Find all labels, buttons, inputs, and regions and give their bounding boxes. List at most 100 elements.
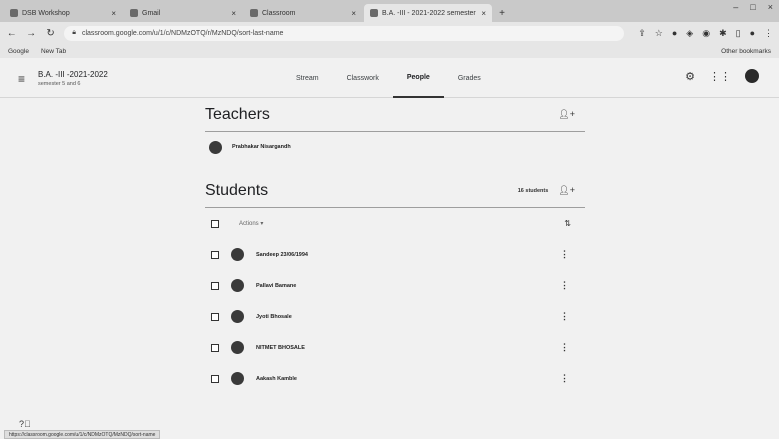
student-name: Sandeep 23/06/1994	[256, 251, 308, 258]
bookmark-item[interactable]: Google	[8, 48, 29, 55]
tab-grades[interactable]: Grades	[444, 58, 495, 98]
puzzle-icon[interactable]: ✱	[719, 28, 727, 39]
lock-icon: 🔒︎	[72, 29, 76, 36]
browser-tab-0[interactable]: DSB Workshop ×	[4, 4, 122, 22]
status-url-bar: https://classroom.google.com/u/1/c/NDMzO…	[4, 430, 161, 439]
student-row: Sandeep 23/06/1994 ⋮	[205, 239, 585, 270]
student-name: NITMET BHOSALE	[256, 344, 305, 351]
more-options-icon[interactable]: ⋮	[560, 311, 569, 322]
address-bar[interactable]: 🔒︎ classroom.google.com/u/1/c/NDMzOTQ/r/…	[64, 25, 625, 41]
teachers-title: Teachers	[205, 105, 270, 123]
browser-tab-3[interactable]: B.A. -III - 2021-2022 semester ×	[364, 4, 492, 22]
actions-dropdown[interactable]: Actions ▾	[239, 220, 263, 227]
more-options-icon[interactable]: ⋮	[560, 342, 569, 353]
more-options-icon[interactable]: ⋮	[560, 373, 569, 384]
browser-tab-label: Gmail	[142, 9, 161, 17]
close-icon[interactable]: ×	[111, 9, 116, 18]
browser-tab-label: B.A. -III - 2021-2022 semester	[382, 9, 476, 17]
people-content: Teachers 👤︎+ Prabhakar Nisargandh Studen…	[205, 98, 585, 394]
account-avatar[interactable]	[745, 69, 759, 83]
tab-favicon-icon	[250, 9, 258, 17]
student-name: Aakash Kamble	[256, 375, 297, 382]
chevron-down-icon: ▾	[260, 221, 264, 227]
class-subtitle: semester 5 and 6	[38, 81, 81, 87]
maximize-icon[interactable]: □	[750, 2, 755, 12]
student-checkbox[interactable]	[211, 281, 219, 290]
settings-gear-icon[interactable]: ⚙	[685, 70, 695, 83]
student-checkbox[interactable]	[211, 250, 219, 259]
avatar	[209, 140, 222, 154]
apps-grid-icon[interactable]: ⋮⋮	[709, 70, 731, 83]
select-all-checkbox[interactable]	[211, 219, 219, 228]
students-title: Students	[205, 181, 269, 199]
reload-icon[interactable]: ↻	[45, 28, 56, 39]
student-row: Jyoti Bhosale ⋮	[205, 301, 585, 332]
tab-classwork[interactable]: Classwork	[333, 58, 393, 98]
avatar	[231, 372, 244, 385]
extension-icon[interactable]: ◉	[702, 28, 710, 39]
invite-student-icon[interactable]: 👤︎+	[558, 185, 575, 196]
help-icon[interactable]: ?⃝	[19, 419, 31, 429]
sort-icon[interactable]: ⇅	[564, 219, 571, 228]
avatar	[231, 310, 244, 323]
new-tab-button[interactable]: +	[494, 4, 510, 22]
teacher-row: Prabhakar Nisargandh	[205, 132, 585, 162]
window-controls: – □ ×	[733, 2, 773, 12]
share-icon[interactable]: ⇪	[638, 28, 646, 39]
teacher-name: Prabhakar Nisargandh	[232, 144, 291, 150]
back-icon[interactable]: ←	[6, 28, 17, 39]
menu-icon[interactable]: ⋮	[764, 28, 773, 39]
classroom-header: ≡ B.A. -III -2021-2022 semester 5 and 6 …	[0, 58, 779, 98]
avatar	[231, 248, 244, 261]
close-icon[interactable]: ×	[231, 9, 236, 18]
extension-icon[interactable]: ●	[672, 28, 677, 39]
header-icons: ⚙ ⋮⋮	[685, 69, 759, 83]
browser-toolbar: ← → ↻ 🔒︎ classroom.google.com/u/1/c/NDMz…	[0, 22, 779, 44]
student-row: Pallavi Bamane ⋮	[205, 270, 585, 301]
close-window-icon[interactable]: ×	[768, 2, 773, 12]
hamburger-menu-icon[interactable]: ≡	[18, 72, 25, 86]
toolbar-icons: ⇪ ☆ ● ◈ ◉ ✱ ▯ ● ⋮	[638, 28, 773, 39]
invite-teacher-icon[interactable]: 👤︎+	[558, 109, 575, 120]
more-options-icon[interactable]: ⋮	[560, 249, 569, 260]
forward-icon[interactable]: →	[25, 28, 36, 39]
browser-tab-label: DSB Workshop	[22, 9, 70, 17]
students-header: Students 16 students 👤︎+	[205, 174, 585, 208]
tab-favicon-icon	[10, 9, 18, 17]
student-checkbox[interactable]	[211, 312, 219, 321]
close-icon[interactable]: ×	[351, 9, 356, 18]
tab-stream[interactable]: Stream	[282, 58, 333, 98]
browser-tab-1[interactable]: Gmail ×	[124, 4, 242, 22]
avatar	[231, 341, 244, 354]
address-text: classroom.google.com/u/1/c/NDMzOTQ/r/MzN…	[81, 29, 284, 37]
students-actions-row: Actions ▾ ⇅	[205, 208, 585, 239]
student-row: NITMET BHOSALE ⋮	[205, 332, 585, 363]
student-name: Jyoti Bhosale	[256, 313, 292, 320]
browser-tab-label: Classroom	[262, 9, 296, 17]
other-bookmarks[interactable]: Other bookmarks	[721, 48, 771, 55]
actions-label: Actions	[239, 221, 259, 227]
student-name: Pallavi Bamane	[256, 282, 297, 289]
extension-icon[interactable]: ◈	[686, 28, 693, 39]
bookmark-item[interactable]: New Tab	[41, 48, 66, 55]
student-row: Aakash Kamble ⋮	[205, 363, 585, 394]
bookmark-star-icon[interactable]: ☆	[655, 28, 663, 39]
more-options-icon[interactable]: ⋮	[560, 280, 569, 291]
close-icon[interactable]: ×	[481, 9, 486, 18]
minimize-icon[interactable]: –	[733, 2, 738, 12]
student-count: 16 students	[517, 187, 549, 194]
tab-favicon-icon	[370, 9, 378, 17]
teachers-header: Teachers 👤︎+	[205, 98, 585, 132]
profile-icon[interactable]: ●	[750, 28, 755, 39]
avatar	[231, 279, 244, 292]
student-checkbox[interactable]	[211, 374, 219, 383]
class-nav-tabs: Stream Classwork People Grades	[282, 58, 495, 98]
student-checkbox[interactable]	[211, 343, 219, 352]
class-title[interactable]: B.A. -III -2021-2022	[38, 70, 108, 79]
browser-tab-2[interactable]: Classroom ×	[244, 4, 362, 22]
tab-people[interactable]: People	[392, 58, 444, 98]
sidepanel-icon[interactable]: ▯	[736, 28, 741, 39]
browser-tabstrip: DSB Workshop × Gmail × Classroom × B.A. …	[0, 0, 779, 22]
tab-favicon-icon	[130, 9, 138, 17]
